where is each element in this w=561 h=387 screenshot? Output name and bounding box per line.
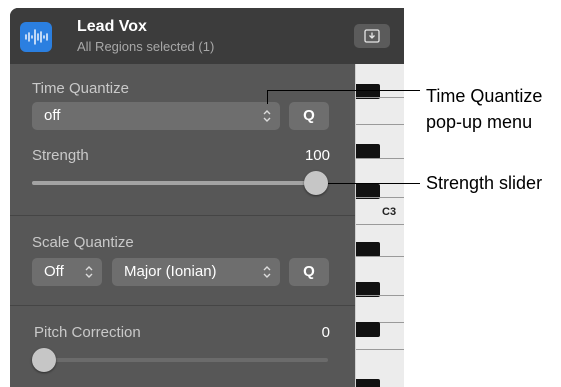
callout-line (328, 183, 420, 184)
region-header: Lead Vox All Regions selected (1) (10, 8, 404, 64)
time-quantize-label: Time Quantize (32, 80, 129, 97)
strength-slider-thumb[interactable] (304, 171, 328, 195)
pitch-correction-label: Pitch Correction (34, 324, 141, 341)
scale-type-popup[interactable]: Major (Ionian) (112, 258, 280, 286)
chevron-updown-icon (262, 264, 272, 280)
strength-slider[interactable] (32, 181, 328, 185)
section-divider (10, 305, 355, 306)
white-key-divider (356, 158, 404, 159)
scale-quantize-popup[interactable]: Off (32, 258, 102, 286)
black-key[interactable] (356, 322, 380, 337)
section-divider (10, 215, 355, 216)
time-quantize-q-button[interactable]: Q (289, 102, 329, 130)
pitch-correction-slider[interactable] (32, 358, 328, 362)
white-key-divider (356, 349, 404, 350)
track-subtitle: All Regions selected (1) (77, 39, 215, 54)
white-key-divider (356, 256, 404, 257)
black-key[interactable] (356, 379, 380, 387)
white-key-divider (356, 124, 404, 125)
time-quantize-popup[interactable]: off (32, 102, 280, 130)
scale-quantize-label: Scale Quantize (32, 234, 134, 251)
white-key-divider (356, 97, 404, 98)
white-key-divider (356, 224, 404, 225)
scale-type-value: Major (Ionian) (124, 263, 217, 280)
chevron-updown-icon (262, 108, 272, 124)
scale-quantize-value: Off (44, 263, 64, 280)
white-key-divider (356, 295, 404, 296)
strength-label: Strength (32, 147, 89, 164)
header-action-button[interactable] (354, 24, 390, 48)
strength-slider-fill (32, 181, 316, 185)
black-key[interactable] (356, 242, 380, 257)
region-inspector: Lead Vox All Regions selected (1) Time Q… (10, 8, 404, 387)
callout-line (267, 90, 420, 91)
pitch-correction-slider-thumb[interactable] (32, 348, 56, 372)
time-quantize-value: off (44, 107, 61, 124)
waveform-icon (20, 22, 52, 52)
white-key-divider (356, 197, 404, 198)
download-tray-icon (364, 29, 380, 43)
piano-keyboard[interactable]: C3 (355, 64, 404, 387)
pitch-correction-value: 0 (321, 324, 330, 341)
time-quantize-callout: Time Quantize pop-up menu (426, 86, 543, 132)
strength-callout: Strength slider (426, 173, 543, 193)
track-name: Lead Vox (77, 18, 147, 35)
strength-value: 100 (304, 147, 330, 164)
scale-quantize-q-button[interactable]: Q (289, 258, 329, 286)
black-key[interactable] (356, 144, 380, 159)
callout-line (267, 90, 268, 104)
note-label-c3: C3 (382, 206, 397, 218)
chevron-updown-icon (84, 264, 94, 280)
